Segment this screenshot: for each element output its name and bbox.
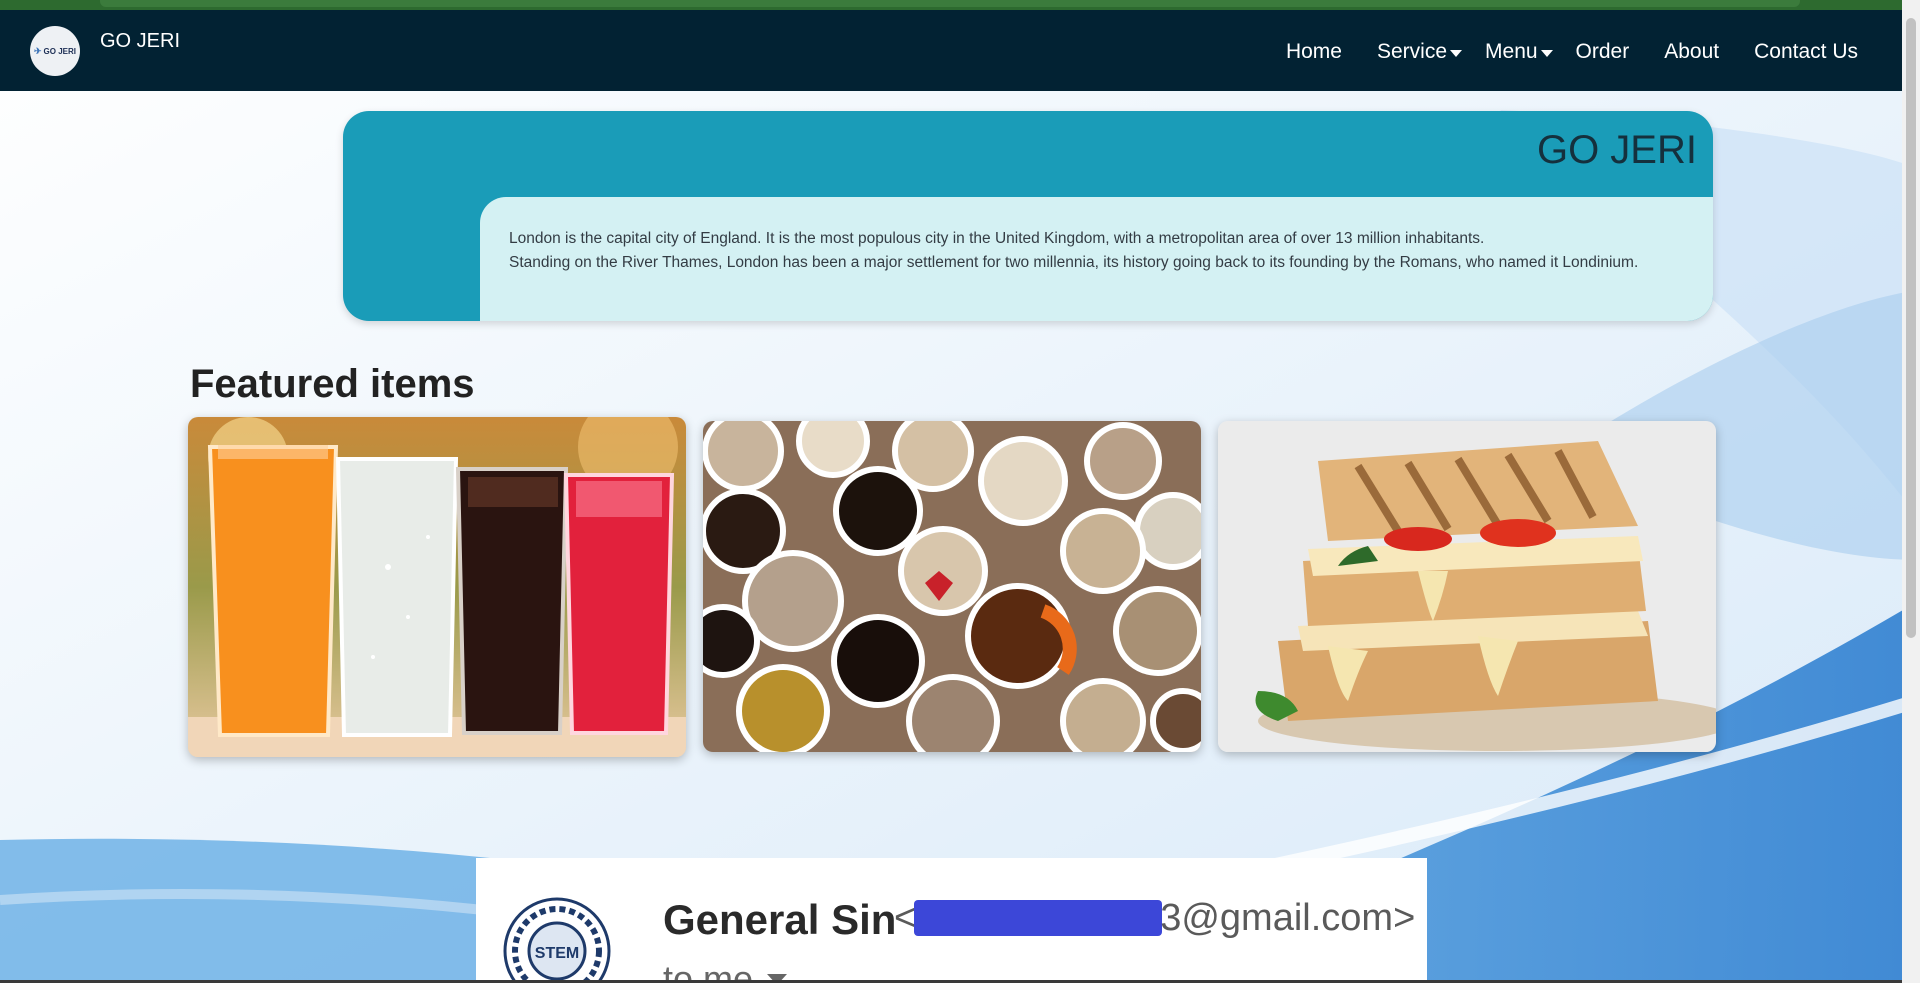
- hero-title: GO JERI: [1536, 128, 1697, 172]
- nav-contact-label: Contact Us: [1754, 40, 1858, 63]
- email-preview: STEM General Sin <3@gmail.com> to me: [476, 858, 1427, 983]
- browser-top-strip: [0, 0, 1920, 10]
- featured-card-drinks[interactable]: [188, 417, 686, 757]
- nav-about-label: About: [1664, 40, 1720, 63]
- navbar: ✈ GO JERI GO JERI Home Service Menu Orde…: [0, 10, 1902, 91]
- brand-name[interactable]: GO JERI: [100, 30, 180, 53]
- email-address-suffix: 3@gmail.com>: [1160, 897, 1416, 939]
- page-scrollbar[interactable]: [1902, 0, 1920, 983]
- caret-down-icon: [1540, 50, 1553, 57]
- stem-logo-avatar: STEM: [503, 897, 611, 983]
- nav-service-label: Service: [1376, 40, 1448, 63]
- nav-home-label: Home: [1285, 40, 1342, 63]
- nav-order[interactable]: Order: [1576, 40, 1630, 64]
- scrollbar-thumb[interactable]: [1906, 18, 1916, 638]
- nav-links: Home Service Menu Order About Contact Us: [1251, 40, 1858, 64]
- featured-title: Featured items: [190, 362, 475, 406]
- logo-text: GO JERI: [43, 46, 76, 56]
- coffee-cups-image: [703, 421, 1201, 752]
- nav-order-label: Order: [1575, 40, 1630, 63]
- featured-card-sandwich[interactable]: [1218, 421, 1716, 752]
- brand-logo[interactable]: ✈ GO JERI: [30, 26, 80, 76]
- redaction-bar: [914, 900, 1163, 936]
- nav-contact[interactable]: Contact Us: [1754, 40, 1858, 64]
- hero-banner: GO JERI London is the capital city of En…: [343, 111, 1713, 321]
- hero-line-2: Standing on the River Thames, London has…: [509, 254, 1639, 271]
- email-address: <3@gmail.com>: [894, 897, 1415, 940]
- email-sender-name: General Sin: [663, 896, 897, 943]
- hero-description: London is the capital city of England. I…: [480, 197, 1713, 321]
- drinks-image: [188, 417, 686, 757]
- featured-card-coffee[interactable]: [703, 421, 1201, 752]
- sandwich-image: [1218, 421, 1716, 752]
- email-address-prefix: <: [894, 897, 917, 939]
- nav-home[interactable]: Home: [1286, 40, 1342, 64]
- nav-menu-label: Menu: [1485, 40, 1538, 63]
- nav-menu[interactable]: Menu: [1485, 40, 1553, 64]
- avatar-text: STEM: [535, 945, 579, 962]
- plane-icon: ✈: [34, 45, 42, 56]
- caret-down-icon: [1450, 50, 1463, 57]
- nav-about[interactable]: About: [1664, 40, 1719, 64]
- hero-line-1: London is the capital city of England. I…: [509, 230, 1485, 247]
- nav-service[interactable]: Service: [1376, 40, 1463, 64]
